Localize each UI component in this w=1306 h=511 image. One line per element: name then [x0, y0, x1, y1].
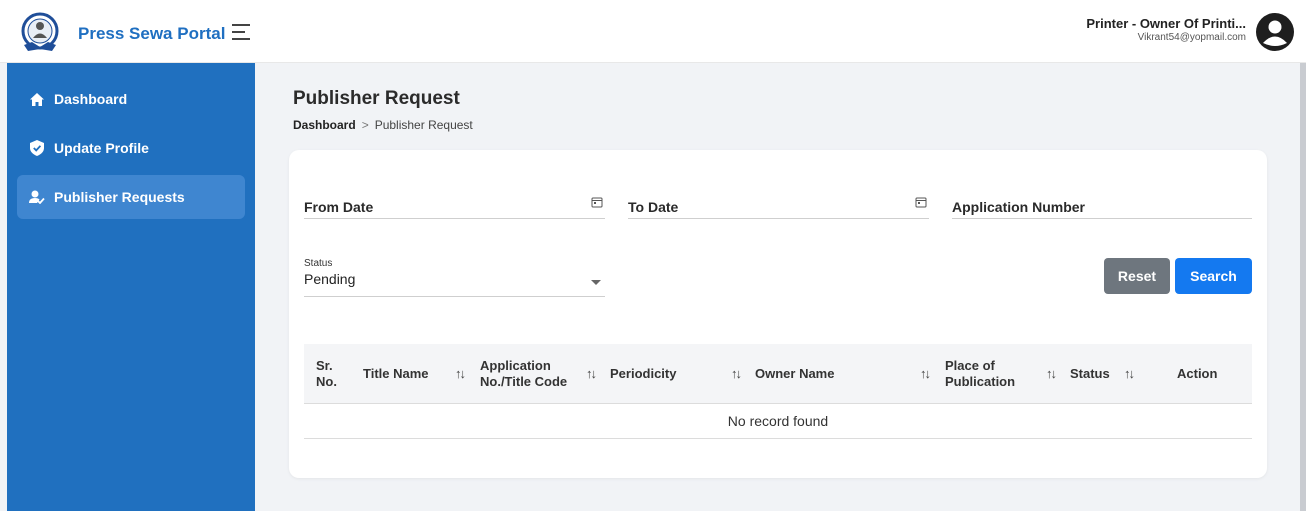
user-name: Printer - Owner Of Printi...: [1086, 16, 1246, 31]
emblem-logo-icon[interactable]: [18, 11, 62, 55]
column-header-line: Owner Name: [755, 366, 835, 381]
hamburger-line: [232, 38, 250, 40]
page-scrollbar[interactable]: [1300, 63, 1306, 511]
breadcrumb-current: Publisher Request: [374, 118, 473, 132]
status-value: Pending: [304, 271, 356, 287]
sort-icon[interactable]: ↑↓: [455, 366, 466, 381]
column-header-line: Periodicity: [610, 366, 677, 381]
sidebar-item-label: Publisher Requests: [54, 189, 185, 205]
to-date-field[interactable]: To Date: [628, 196, 929, 219]
column-header-periodicity[interactable]: Periodicity: [610, 344, 676, 404]
sidebar-item-publisher-requests[interactable]: Publisher Requests: [17, 175, 245, 219]
column-header-line: Application: [480, 358, 551, 373]
menu-toggle-button[interactable]: [232, 24, 254, 40]
empty-table-message: No record found: [304, 404, 1252, 439]
column-header-place-of-publication[interactable]: Place of Publication: [945, 344, 1015, 404]
user-email: Vikrant54@yopmail.com: [1137, 32, 1246, 43]
column-header-line: No./Title Code: [480, 374, 568, 389]
user-check-icon: [29, 189, 45, 205]
from-date-label: From Date: [304, 199, 374, 215]
column-header-line: No.: [316, 374, 337, 389]
from-date-field[interactable]: From Date: [304, 196, 605, 219]
sort-icon[interactable]: ↑↓: [586, 366, 597, 381]
sidebar-item-update-profile[interactable]: Update Profile: [17, 126, 245, 170]
status-select[interactable]: Status Pending: [304, 258, 605, 297]
sidebar-item-label: Update Profile: [54, 140, 149, 156]
application-number-field[interactable]: Application Number: [952, 196, 1252, 219]
column-header-status[interactable]: Status: [1070, 344, 1110, 404]
hamburger-line: [232, 24, 250, 26]
table-header: Sr. No. Title Name ↑↓ Application No./Titl…: [304, 344, 1252, 404]
to-date-label: To Date: [628, 199, 679, 215]
column-header-sr-no: Sr. No.: [316, 344, 337, 404]
column-header-line: Title Name: [363, 366, 429, 381]
page-title: Publisher Request: [293, 88, 460, 109]
column-header-line: Status: [1070, 366, 1110, 381]
column-header-line: Place of: [945, 358, 995, 373]
column-header-application-no[interactable]: Application No./Title Code: [480, 344, 567, 404]
calendar-icon[interactable]: [915, 196, 927, 208]
chevron-down-icon: [591, 280, 601, 285]
hamburger-line: [232, 31, 245, 33]
home-icon: [29, 91, 45, 107]
user-avatar-icon[interactable]: [1256, 13, 1294, 51]
column-header-line: Sr.: [316, 358, 333, 373]
sort-icon[interactable]: ↑↓: [1124, 366, 1135, 381]
sort-icon[interactable]: ↑↓: [1046, 366, 1057, 381]
breadcrumb-separator: >: [361, 118, 369, 132]
application-number-label: Application Number: [952, 199, 1086, 215]
sort-icon[interactable]: ↑↓: [920, 366, 931, 381]
breadcrumb-dashboard-link[interactable]: Dashboard: [293, 118, 356, 132]
brand-title[interactable]: Press Sewa Portal: [78, 24, 225, 44]
breadcrumb: Dashboard > Publisher Request: [293, 118, 473, 132]
user-info[interactable]: Printer - Owner Of Printi... Vikrant54@y…: [1086, 16, 1246, 43]
column-header-line: Action: [1177, 366, 1218, 381]
top-bar: Press Sewa Portal Printer - Owner Of Pri…: [0, 0, 1306, 63]
reset-button[interactable]: Reset: [1104, 258, 1170, 294]
column-header-line: Publication: [945, 374, 1016, 389]
calendar-icon[interactable]: [591, 196, 603, 208]
column-header-owner-name[interactable]: Owner Name: [755, 344, 834, 404]
column-header-title-name[interactable]: Title Name: [363, 344, 429, 404]
sidebar-item-label: Dashboard: [54, 91, 128, 107]
sort-icon[interactable]: ↑↓: [731, 366, 742, 381]
status-caption: Status: [304, 258, 333, 269]
sidebar: Dashboard Update Profile Publisher Reque…: [7, 63, 255, 511]
column-header-action: Action: [1177, 344, 1217, 404]
search-button[interactable]: Search: [1175, 258, 1252, 294]
shield-check-icon: [29, 140, 45, 156]
sidebar-item-dashboard[interactable]: Dashboard: [17, 77, 245, 121]
